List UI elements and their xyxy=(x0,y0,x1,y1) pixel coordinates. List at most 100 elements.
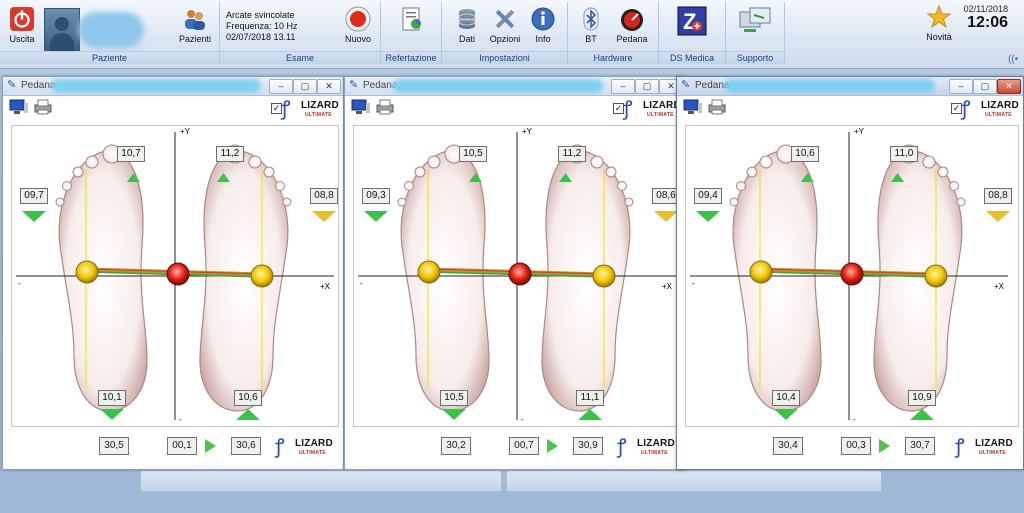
pazienti-label: Pazienti xyxy=(178,34,212,44)
window-title-redacted xyxy=(51,79,261,93)
x-axis-label: +X xyxy=(662,282,673,291)
left-foot-outline xyxy=(729,144,822,412)
monitor-icon[interactable] xyxy=(9,99,29,115)
pedana-window-1[interactable]: ✎ Pedana – ▢ ✕ ✓ ꝭ LIZARD ULTIMATE +Y +X… xyxy=(2,76,344,470)
foot-pressure-plot: +Y +X - - 10,6 11,0 09,4 08,8 10,4 10,9 xyxy=(685,125,1019,427)
patient-avatar[interactable] xyxy=(44,8,80,52)
y-axis-label: +Y xyxy=(522,127,533,136)
play-icon[interactable] xyxy=(205,439,216,453)
maximize-button[interactable]: ▢ xyxy=(635,79,659,94)
play-icon[interactable] xyxy=(879,439,890,453)
dati-button[interactable]: Dati xyxy=(452,6,482,44)
minimize-button[interactable]: – xyxy=(611,79,635,94)
minimize-button[interactable]: – xyxy=(269,79,293,94)
monitor-icon[interactable] xyxy=(351,99,371,115)
lizard-logo-word: LIZARD xyxy=(981,100,1019,111)
lizard-app-icon: ✎ xyxy=(349,79,359,91)
lizard-app-icon: ✎ xyxy=(681,79,691,91)
group-refertazione: Refertazione xyxy=(381,2,442,64)
left-total-value: 30,2 xyxy=(441,437,471,455)
left-heel-value: 10,5 xyxy=(440,390,468,406)
left-side-down-arrow xyxy=(696,211,720,222)
group-esame-label: Esame xyxy=(220,51,380,64)
group-impostazioni: Dati Opzioni Info Impostazioni xyxy=(442,2,568,64)
window-title-redacted xyxy=(393,79,603,93)
bluetooth-icon xyxy=(583,7,599,31)
window-titlebar[interactable]: ✎ Pedana – ▢ ✕ xyxy=(345,77,685,96)
lizard-logo-word: LIZARD xyxy=(295,438,333,449)
background-panel xyxy=(506,470,882,492)
exam-info: Arcate svincolate Frequenza: 10 Hz 02/07… xyxy=(226,10,298,43)
printer-icon[interactable] xyxy=(33,99,53,115)
group-impostazioni-label: Impostazioni xyxy=(442,51,567,64)
right-cop-marker xyxy=(250,264,274,288)
y-axis-minus-label: - xyxy=(521,415,524,424)
right-total-value: 30,6 xyxy=(231,437,261,455)
close-button[interactable]: ✕ xyxy=(317,79,341,94)
bt-button[interactable]: BT xyxy=(576,6,606,44)
printer-icon[interactable] xyxy=(375,99,395,115)
uscita-label: Uscita xyxy=(9,34,35,44)
pazienti-button[interactable]: Pazienti xyxy=(176,6,214,44)
play-icon[interactable] xyxy=(547,439,558,453)
center-cop-marker xyxy=(508,262,532,286)
left-heel-value: 10,4 xyxy=(772,390,800,406)
lizard-logo-bottom: ꝭ LIZARD ULTIMATE xyxy=(617,435,679,461)
info-label: Info xyxy=(535,34,551,44)
window-titlebar[interactable]: ✎ Pedana – ▢ ✕ xyxy=(677,77,1023,96)
x-axis-minus-label: - xyxy=(18,279,21,288)
left-side-value: 09,7 xyxy=(20,188,48,204)
exam-frequency: Frequenza: 10 Hz xyxy=(226,21,298,31)
lizard-logo-bottom: ꝭ LIZARD ULTIMATE xyxy=(275,435,337,461)
nuovo-button[interactable]: Nuovo xyxy=(342,6,374,44)
info-button[interactable]: Info xyxy=(528,6,558,44)
group-supporto-label: Supporto xyxy=(726,51,784,64)
left-total-value: 30,5 xyxy=(99,437,129,455)
uscita-button[interactable]: Uscita xyxy=(6,6,38,44)
group-esame: Arcate svincolate Frequenza: 10 Hz 02/07… xyxy=(220,2,381,64)
minimize-button[interactable]: – xyxy=(949,79,973,94)
group-dsmedica-label: DS Medica xyxy=(659,51,725,64)
gauge-icon xyxy=(621,9,643,31)
left-total-value: 30,4 xyxy=(773,437,803,455)
lizard-icon: ꝭ xyxy=(617,436,627,458)
left-side-down-arrow xyxy=(22,211,46,222)
left-cop-marker xyxy=(75,260,99,284)
x-axis-minus-label: - xyxy=(692,279,695,288)
group-hardware: BT Pedana Hardware xyxy=(568,2,659,64)
pedana-button[interactable]: Pedana xyxy=(612,6,652,44)
current-date: 02/11/2018 xyxy=(963,4,1008,14)
right-toe-value: 11,2 xyxy=(558,146,586,162)
left-heel-value: 10,1 xyxy=(98,390,126,406)
novita-button[interactable]: Novità xyxy=(922,4,956,42)
printer-icon[interactable] xyxy=(707,99,727,115)
lizard-icon: ꝭ xyxy=(955,436,965,458)
group-supporto: Supporto xyxy=(726,2,785,64)
dsmedica-button[interactable]: Z xyxy=(675,6,709,38)
group-hardware-label: Hardware xyxy=(568,51,658,64)
supporto-button[interactable] xyxy=(736,6,774,38)
center-value: 00,1 xyxy=(167,437,197,455)
lizard-logo-word: LIZARD xyxy=(637,438,675,449)
dsmedica-logo-icon: Z xyxy=(677,6,707,36)
monitor-icon[interactable] xyxy=(683,99,703,115)
pedana-window-2[interactable]: ✎ Pedana – ▢ ✕ ✓ ꝭ LIZARD ULTIMATE +Y +X… xyxy=(344,76,686,470)
left-foot-outline xyxy=(55,144,148,412)
refertazione-button[interactable] xyxy=(395,6,427,34)
right-foot-outline xyxy=(541,144,634,412)
opzioni-label: Opzioni xyxy=(489,34,521,44)
window-title-redacted xyxy=(725,79,935,93)
lizard-logo-bottom: ꝭ LIZARD ULTIMATE xyxy=(955,435,1017,461)
info-icon xyxy=(531,7,555,31)
current-time: 12:06 xyxy=(967,14,1008,31)
pedana-window-3[interactable]: ✎ Pedana – ▢ ✕ ✓ ꝭ LIZARD ULTIMATE +Y +X… xyxy=(676,76,1024,470)
right-heel-value: 11,1 xyxy=(576,390,604,406)
maximize-button[interactable]: ▢ xyxy=(293,79,317,94)
window-titlebar[interactable]: ✎ Pedana – ▢ ✕ xyxy=(3,77,343,96)
opzioni-button[interactable]: Opzioni xyxy=(488,6,522,44)
left-heel-down-arrow xyxy=(100,409,124,420)
close-button[interactable]: ✕ xyxy=(997,79,1021,94)
pedana-label: Pedana xyxy=(616,34,648,44)
maximize-button[interactable]: ▢ xyxy=(973,79,997,94)
left-side-value: 09,4 xyxy=(694,188,722,204)
